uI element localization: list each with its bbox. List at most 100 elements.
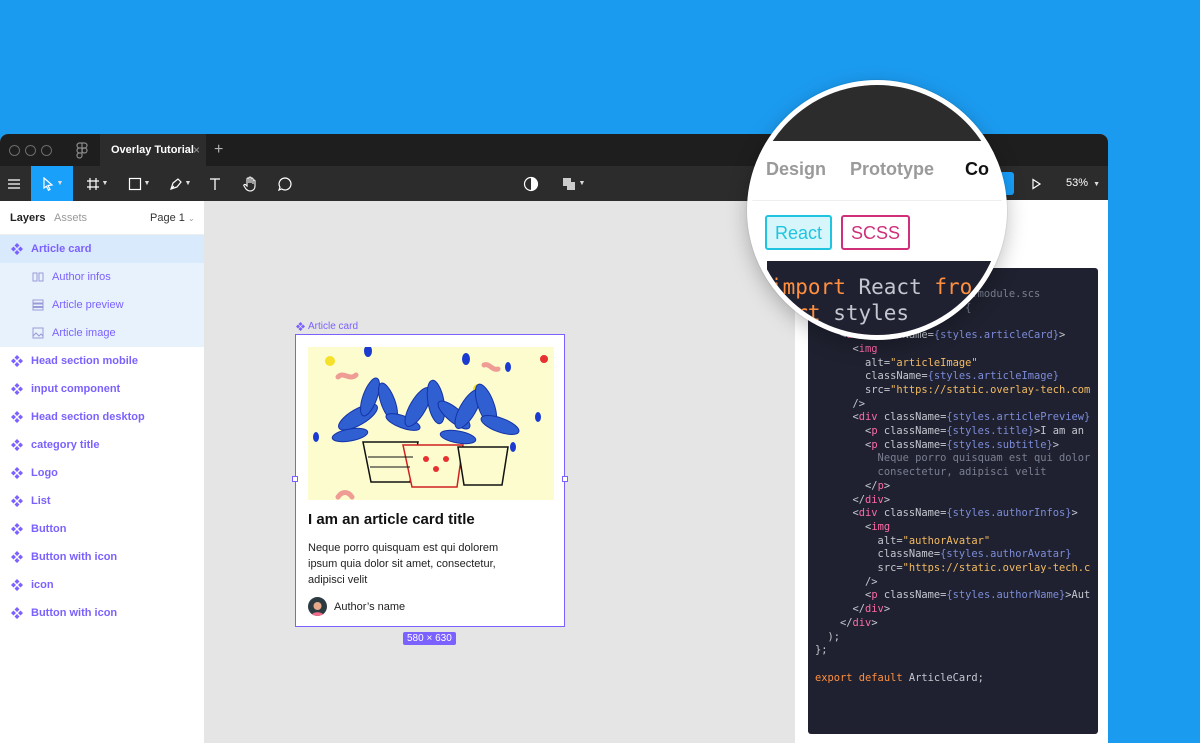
layer-item[interactable]: category title [0,431,204,459]
play-icon [1032,177,1042,190]
boolean-ops-button[interactable]: ▼ [557,166,589,201]
tab-code[interactable]: Co [965,159,989,180]
layer-label: Author infos [52,271,111,283]
hamburger-icon [8,178,20,189]
chevron-down-icon: ⌄ [187,214,195,223]
layer-label: Head section desktop [31,411,145,423]
layer-label: Button with icon [31,607,118,619]
layer-item[interactable]: Head section mobile [0,347,204,375]
layer-item[interactable]: Button with icon [0,599,204,627]
present-button[interactable] [1030,166,1042,201]
layers-panel: Layers Assets Page 1 ⌄ Article card Autho… [0,201,205,743]
component-icon [11,467,23,479]
frame-hash-icon [86,177,99,190]
tab-assets[interactable]: Assets [54,212,87,224]
layer-item[interactable]: Button [0,515,204,543]
close-tab-icon[interactable]: × [193,134,200,166]
layer-item[interactable]: List [0,487,204,515]
component-icon [11,523,23,535]
move-tool-button[interactable]: ▼ [31,166,73,201]
layer-item[interactable]: Article preview [0,291,204,319]
chevron-down-icon: ▼ [578,180,586,187]
layers-panel-tabs: Layers Assets Page 1 ⌄ [0,201,204,235]
hand-tool-button[interactable] [238,166,262,201]
frame-label[interactable]: Article card [296,321,358,332]
react-pill[interactable]: React [765,215,833,250]
chevron-down-icon: ▼ [56,180,64,187]
component-icon [11,355,23,367]
file-tab[interactable]: Overlay Tutorial × [100,134,206,166]
comment-tool-button[interactable] [273,166,297,201]
layer-label: Article preview [52,299,124,311]
chevron-down-icon: ▼ [184,180,192,187]
tab-layers[interactable]: Layers [10,212,45,224]
component-icon [11,495,23,507]
tab-prototype[interactable]: Prototype [850,159,934,180]
cursor-arrow-icon [42,176,53,191]
text-tool-button[interactable] [203,166,227,201]
component-icon [11,411,23,423]
layer-label: List [31,495,51,507]
main-menu-button[interactable] [0,166,28,201]
chevron-down-icon: ▼ [1093,181,1101,188]
article-image [308,347,554,500]
tab-design[interactable]: Design [766,159,826,180]
tab-divider [752,200,1002,201]
pen-icon [169,177,182,190]
file-tab-title: Overlay Tutorial [111,144,194,156]
page-selector[interactable]: Page 1 ⌄ [150,212,195,224]
layer-label: Article image [52,327,116,339]
chevron-down-icon: ▼ [143,180,151,187]
new-tab-icon[interactable]: + [214,134,223,166]
hand-icon [243,175,256,192]
layer-item[interactable]: input component [0,375,204,403]
rectangle-icon [128,177,141,190]
boolean-union-icon [562,177,575,190]
window-maximize-button[interactable] [41,145,52,156]
potted-plants-illustration [313,347,548,500]
layer-item[interactable]: icon [0,571,204,599]
window-minimize-button[interactable] [25,145,36,156]
component-icon [11,607,23,619]
component-icon [11,551,23,563]
component-icon [11,243,23,255]
code-text: ticleCard.module.scs () => { ret <div cl… [815,288,1091,684]
figma-logo-icon[interactable] [76,142,88,160]
layer-label: icon [31,579,54,591]
pen-tool-button[interactable]: ▼ [163,166,197,201]
article-card-frame[interactable]: I am an article card title Neque porro q… [292,334,568,627]
author-name: Author’s name [334,600,406,613]
magnified-toolbar [752,85,1002,141]
card-title: I am an article card title [308,511,475,528]
frame-label-text: Article card [308,321,359,332]
layer-item[interactable]: Author infos [0,263,204,291]
zoom-dropdown[interactable]: 53% ▼ [1066,166,1100,202]
layer-label: Article card [31,243,92,255]
layer-label: Button [31,523,67,535]
layer-label: Logo [31,467,58,479]
layer-item[interactable]: Article image [0,319,204,347]
layer-item[interactable]: Article card [0,235,204,263]
scss-pill[interactable]: SCSS [841,215,911,250]
shape-tool-button[interactable]: ▼ [122,166,156,201]
comment-bubble-icon [277,176,292,191]
layer-label: Button with icon [31,551,118,563]
layer-label: input component [31,383,121,395]
text-icon [210,177,220,190]
auto-layout-icon [32,272,44,282]
component-icon [11,439,23,451]
resize-handle-left[interactable] [292,476,298,482]
code-block[interactable]: ticleCard.module.scs () => { ret <div cl… [808,268,1098,734]
component-icon [11,579,23,591]
frame-tool-button[interactable]: ▼ [80,166,114,201]
window-close-button[interactable] [9,145,20,156]
layer-label: category title [31,439,100,451]
mask-button[interactable] [520,166,542,201]
layer-item[interactable]: Button with icon [0,543,204,571]
layer-item[interactable]: Head section desktop [0,403,204,431]
resize-handle-right[interactable] [562,476,568,482]
layer-item[interactable]: Logo [0,459,204,487]
magnified-code: import React fro port styles [770,275,973,325]
author-infos: Author’s name [308,597,405,616]
frame-list-icon [32,299,44,311]
